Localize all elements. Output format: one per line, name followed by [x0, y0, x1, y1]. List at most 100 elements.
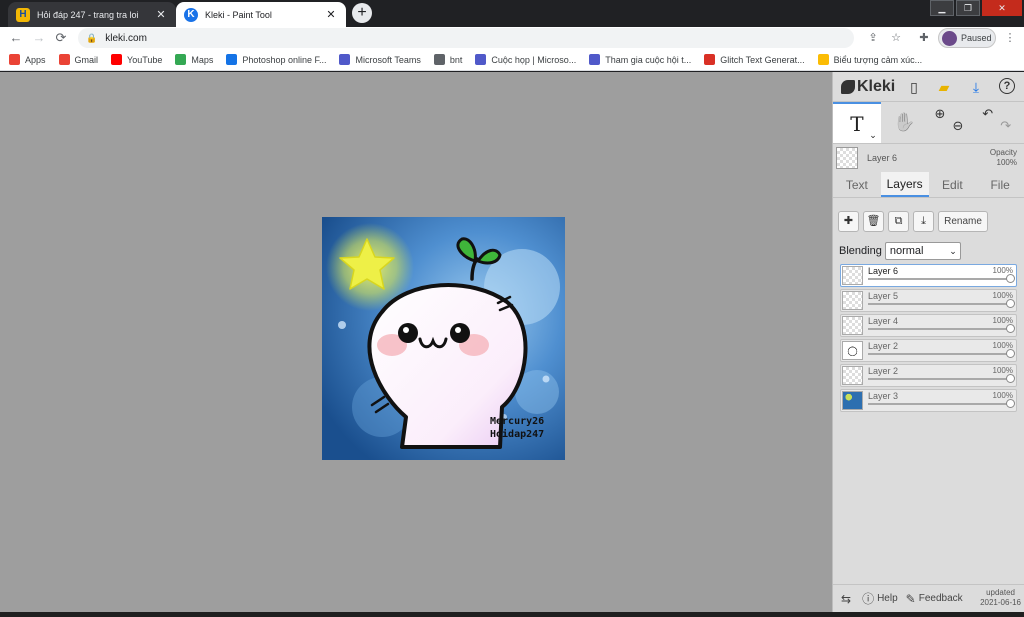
tab-kleki[interactable]: K Kleki - Paint Tool ✕ [176, 2, 346, 27]
blending-value: normal [889, 245, 924, 257]
feedback-button[interactable]: ✎ Feedback [906, 592, 963, 606]
history-controls: ↶ ↷ [976, 102, 1024, 143]
bookmark-item[interactable]: YouTube [111, 54, 162, 65]
tab-strip: H Hỏi đáp 247 - trang tra loi ✕ K Kleki … [0, 0, 1024, 27]
artwork-canvas[interactable]: Mercury26 Hoidap247 [322, 217, 565, 460]
browser-toolbar: ← → ⟳ 🔒 kleki.com ⇪ ☆ ✚ Paused ⋮ [0, 27, 1024, 49]
minimize-icon[interactable]: ▁ [930, 0, 954, 16]
hand-tool-button[interactable]: ✋ [881, 102, 929, 143]
redo-icon[interactable]: ↷ [1000, 118, 1011, 134]
bookmark-item[interactable]: Microsoft Teams [339, 54, 421, 65]
chevron-down-icon[interactable]: ⌄ [869, 130, 877, 141]
watermark-line-2: Hoidap247 [490, 429, 545, 440]
add-layer-icon[interactable]: ✚ [838, 210, 859, 232]
bookmark-item[interactable]: Glitch Text Generat... [704, 54, 805, 65]
layer-opacity-slider[interactable] [868, 374, 1015, 383]
close-icon[interactable]: ✕ [154, 8, 168, 21]
layer-name: Layer 2 [868, 341, 899, 351]
layer-opacity-slider[interactable] [868, 299, 1015, 308]
bookmark-item[interactable]: Tham gia cuộc hội t... [589, 54, 691, 65]
layer-row[interactable]: Layer 3 100% [840, 389, 1017, 412]
open-folder-icon[interactable]: ▰ [935, 78, 953, 96]
duplicate-layer-icon[interactable]: ⧉ [888, 210, 909, 232]
layer-row[interactable]: Layer 2 100% [840, 364, 1017, 387]
swap-sides-button[interactable]: ⇆ [841, 592, 854, 606]
current-layer-summary: Layer 6 Opacity 100% [833, 144, 1024, 172]
emoji-icon [817, 54, 829, 65]
bookmark-label: Photoshop online F... [242, 54, 327, 65]
rename-button[interactable]: Rename [938, 210, 988, 232]
hoidap-favicon-icon: H [16, 7, 30, 22]
tab-file[interactable]: File [976, 172, 1024, 197]
share-icon[interactable]: ⇪ [864, 29, 882, 47]
layer-thumbnail [842, 391, 863, 410]
tab-edit[interactable]: Edit [929, 172, 977, 197]
slider-handle[interactable] [1006, 399, 1015, 408]
restore-icon[interactable]: ❐ [956, 0, 980, 16]
tab-text[interactable]: Text [833, 172, 881, 197]
profile-status: Paused [961, 33, 992, 43]
bookmark-item[interactable]: Photoshop online F... [226, 54, 326, 65]
layer-thumbnail [842, 316, 863, 335]
new-tab-button[interactable]: + [352, 3, 372, 23]
bookmark-item[interactable]: bnt [433, 54, 462, 65]
opacity-value: 100% [996, 158, 1017, 167]
kleki-logo-icon [841, 79, 855, 94]
tab-layers[interactable]: Layers [880, 172, 929, 197]
bookmark-label: Glitch Text Generat... [720, 54, 805, 65]
undo-icon[interactable]: ↶ [982, 106, 993, 122]
panel-tabs: Text Layers Edit File [833, 172, 1024, 198]
layer-opacity-slider[interactable] [868, 399, 1015, 408]
new-image-icon[interactable]: ▯ [905, 78, 923, 96]
layer-opacity-slider[interactable] [868, 274, 1015, 283]
slider-handle[interactable] [1006, 374, 1015, 383]
address-text: kleki.com [105, 32, 147, 44]
bookmark-item[interactable]: Apps [9, 54, 46, 65]
help-button[interactable]: ⓘ Help [862, 590, 898, 607]
teams-icon [589, 54, 601, 65]
zoom-in-icon[interactable]: ⊕ [935, 106, 946, 122]
layer-row[interactable]: Layer 5 100% [840, 289, 1017, 312]
slider-handle[interactable] [1006, 349, 1015, 358]
tab-hoidap[interactable]: H Hỏi đáp 247 - trang tra loi ✕ [8, 2, 176, 27]
profile-button[interactable]: Paused [938, 28, 996, 48]
help-circle-icon: ⓘ [862, 592, 875, 606]
layer-row[interactable]: Layer 2 100% [840, 339, 1017, 362]
extensions-puzzle-icon[interactable]: ✚ [915, 29, 933, 47]
merge-down-icon[interactable]: ⤓ [913, 210, 934, 232]
layer-opacity-slider[interactable] [868, 324, 1015, 333]
zoom-out-icon[interactable]: ⊖ [953, 118, 964, 134]
forward-arrow-icon[interactable]: → [30, 29, 48, 47]
slider-handle[interactable] [1006, 274, 1015, 283]
bookmark-star-icon[interactable]: ☆ [887, 29, 905, 47]
avatar [942, 30, 957, 46]
os-taskbar [0, 612, 1024, 617]
slider-handle[interactable] [1006, 324, 1015, 333]
back-arrow-icon[interactable]: ← [7, 29, 25, 47]
bookmark-item[interactable]: Biểu tượng cảm xúc... [817, 54, 922, 65]
layer-row[interactable]: Layer 6 100% [840, 264, 1017, 287]
chevron-down-icon: ⌄ [949, 246, 957, 256]
close-icon[interactable]: ✕ [324, 8, 338, 21]
slider-handle[interactable] [1006, 299, 1015, 308]
help-circle-icon[interactable]: ? [999, 78, 1015, 94]
window-close-icon[interactable]: ✕ [982, 0, 1022, 16]
download-icon[interactable]: ⤓ [967, 78, 985, 96]
address-bar[interactable]: 🔒 kleki.com [78, 28, 854, 48]
teams-icon [475, 54, 487, 65]
layer-opacity-slider[interactable] [868, 349, 1015, 358]
reload-icon[interactable]: ⟳ [52, 29, 70, 47]
bookmark-item[interactable]: Gmail [58, 54, 98, 65]
layer-row[interactable]: Layer 4 100% [840, 314, 1017, 337]
layer-thumbnail [842, 291, 863, 310]
text-tool-button[interactable]: T ⌄ [833, 102, 881, 143]
delete-layer-trash-icon[interactable]: 🗑 [863, 210, 884, 232]
glitch-icon [704, 54, 716, 65]
canvas-area[interactable]: Mercury26 Hoidap247 [0, 72, 832, 612]
kebab-menu-icon[interactable]: ⋮ [1001, 29, 1019, 47]
bookmark-item[interactable]: Maps [175, 54, 213, 65]
bookmark-label: Cuộc họp | Microso... [491, 54, 577, 65]
bookmark-label: Microsoft Teams [355, 54, 421, 65]
bookmark-item[interactable]: Cuộc họp | Microso... [475, 54, 576, 65]
blending-select[interactable]: normal ⌄ [884, 242, 961, 260]
